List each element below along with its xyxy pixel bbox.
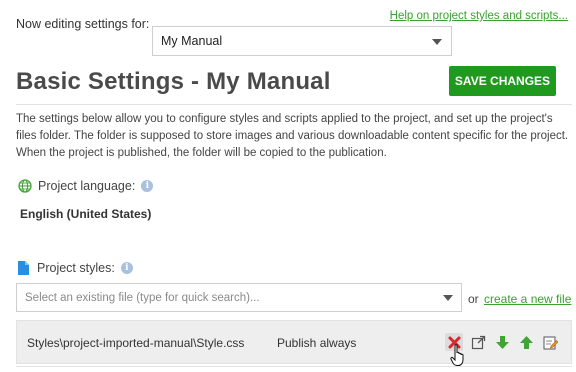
edit-button[interactable] bbox=[541, 333, 559, 351]
manual-select[interactable]: My Manual bbox=[152, 26, 452, 56]
project-language-text: Project language: bbox=[38, 179, 136, 193]
chevron-down-icon bbox=[432, 39, 442, 45]
project-language-label: Project language: i bbox=[18, 179, 154, 193]
edit-icon bbox=[543, 336, 558, 349]
style-row: Styles\project-imported-manual\Style.css… bbox=[16, 320, 572, 364]
info-icon[interactable]: i bbox=[120, 262, 133, 274]
arrow-down-icon bbox=[495, 335, 509, 349]
move-up-button[interactable] bbox=[517, 333, 535, 351]
project-styles-text: Project styles: bbox=[37, 261, 115, 275]
file-icon bbox=[18, 261, 29, 275]
project-language-value: English (United States) bbox=[20, 207, 152, 221]
chevron-down-icon bbox=[443, 295, 453, 301]
editing-label: Now editing settings for: bbox=[16, 17, 150, 31]
styles-bottom-divider bbox=[16, 366, 572, 367]
help-link[interactable]: Help on project styles and scripts... bbox=[390, 10, 568, 22]
page-title: Basic Settings - My Manual bbox=[16, 68, 331, 95]
or-text: or bbox=[468, 292, 479, 306]
open-external-button[interactable] bbox=[469, 333, 487, 351]
external-link-icon bbox=[471, 335, 485, 349]
project-styles-label: Project styles: i bbox=[18, 261, 133, 275]
move-down-button[interactable] bbox=[493, 333, 511, 351]
hand-cursor-icon bbox=[450, 344, 464, 366]
style-publish-mode[interactable]: Publish always bbox=[277, 336, 356, 350]
page-description: The settings below allow you to configur… bbox=[16, 113, 569, 159]
style-file-search-placeholder: Select an existing file (type for quick … bbox=[25, 291, 260, 304]
manual-select-value: My Manual bbox=[161, 34, 223, 48]
style-file-search[interactable]: Select an existing file (type for quick … bbox=[16, 283, 462, 312]
save-changes-button[interactable]: SAVE CHANGES bbox=[449, 66, 556, 96]
create-new-file-link[interactable]: create a new file bbox=[484, 292, 571, 306]
globe-icon bbox=[18, 179, 32, 193]
info-icon[interactable]: i bbox=[141, 180, 154, 192]
title-divider bbox=[16, 104, 572, 105]
style-file-path: Styles\project-imported-manual\Style.css bbox=[27, 336, 245, 350]
arrow-up-icon bbox=[519, 335, 533, 349]
